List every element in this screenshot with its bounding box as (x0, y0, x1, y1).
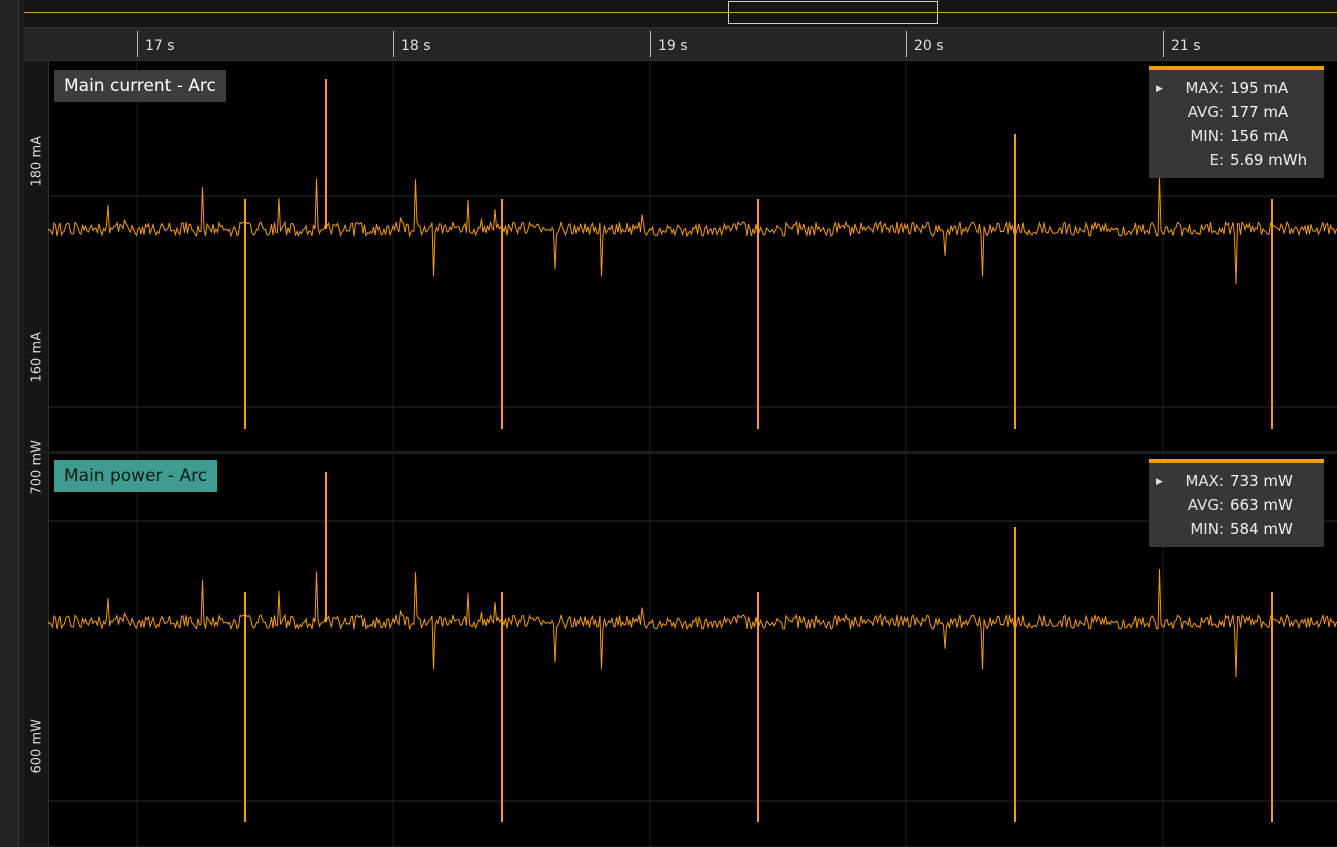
power-plot-panel[interactable]: 700 mW 600 mW Main power - Arc ▶ MAX: 733… (24, 440, 1337, 846)
stats-key: AVG: (1187, 496, 1224, 514)
y-axis-label: 600 mW (29, 719, 45, 774)
y-axis-label: 160 mA (29, 331, 45, 383)
stats-row: MAX: 733 mW (1149, 469, 1324, 493)
time-axis[interactable]: 17 s 18 s 19 s 20 s 21 s (24, 28, 1337, 61)
stats-value: 5.69 mWh (1230, 151, 1308, 169)
power-y-axis[interactable]: 700 mW 600 mW (24, 440, 49, 846)
overview-timeline[interactable] (24, 0, 1337, 28)
stats-row: MIN: 156 mA (1149, 124, 1324, 148)
current-stats-box[interactable]: ▶ MAX: 195 mA AVG: 177 mA MIN: 156 mA E: 5.6… (1149, 66, 1324, 178)
stats-key: AVG: (1187, 103, 1224, 121)
power-stats-box[interactable]: ▶ MAX: 733 mW AVG: 663 mW MIN: 584 mW (1149, 459, 1324, 547)
power-plot-area[interactable] (48, 454, 1337, 846)
time-tick: 20 s (906, 31, 944, 57)
current-channel-title[interactable]: Main current - Arc (54, 70, 226, 102)
stats-value: 195 mA (1230, 79, 1289, 97)
time-tick: 19 s (650, 31, 688, 57)
overview-viewport-window[interactable] (728, 1, 938, 24)
triangle-right-icon[interactable]: ▶ (1156, 84, 1163, 94)
time-tick: 18 s (393, 31, 431, 57)
stats-row: AVG: 177 mA (1149, 100, 1324, 124)
stats-key: E: (1209, 151, 1224, 169)
current-y-axis[interactable]: 180 mA 160 mA (24, 61, 49, 451)
stats-row: AVG: 663 mW (1149, 493, 1324, 517)
time-tick: 21 s (1163, 31, 1201, 57)
current-plot-panel[interactable]: 180 mA 160 mA Main current - Arc ▶ MAX: 1… (24, 61, 1337, 451)
stats-key: MIN: (1190, 520, 1224, 538)
stats-row: MAX: 195 mA (1149, 76, 1324, 100)
stats-row: E: 5.69 mWh (1149, 148, 1324, 172)
stats-row: MIN: 584 mW (1149, 517, 1324, 541)
stats-value: 177 mA (1230, 103, 1289, 121)
stats-value: 733 mW (1230, 472, 1293, 490)
current-plot-area[interactable] (48, 61, 1337, 451)
left-sidebar-strip (0, 0, 19, 847)
stats-value: 156 mA (1230, 127, 1289, 145)
stats-value: 663 mW (1230, 496, 1293, 514)
y-axis-label: 180 mA (29, 135, 45, 187)
power-channel-title[interactable]: Main power - Arc (54, 460, 218, 492)
y-axis-label: 700 mW (29, 440, 45, 495)
overview-trace (24, 12, 1337, 13)
triangle-right-icon[interactable]: ▶ (1156, 477, 1163, 487)
time-tick: 17 s (137, 31, 175, 57)
power-trace (48, 454, 1337, 846)
current-trace (48, 61, 1337, 451)
stats-value: 584 mW (1230, 520, 1293, 538)
stats-key: MIN: (1190, 127, 1224, 145)
